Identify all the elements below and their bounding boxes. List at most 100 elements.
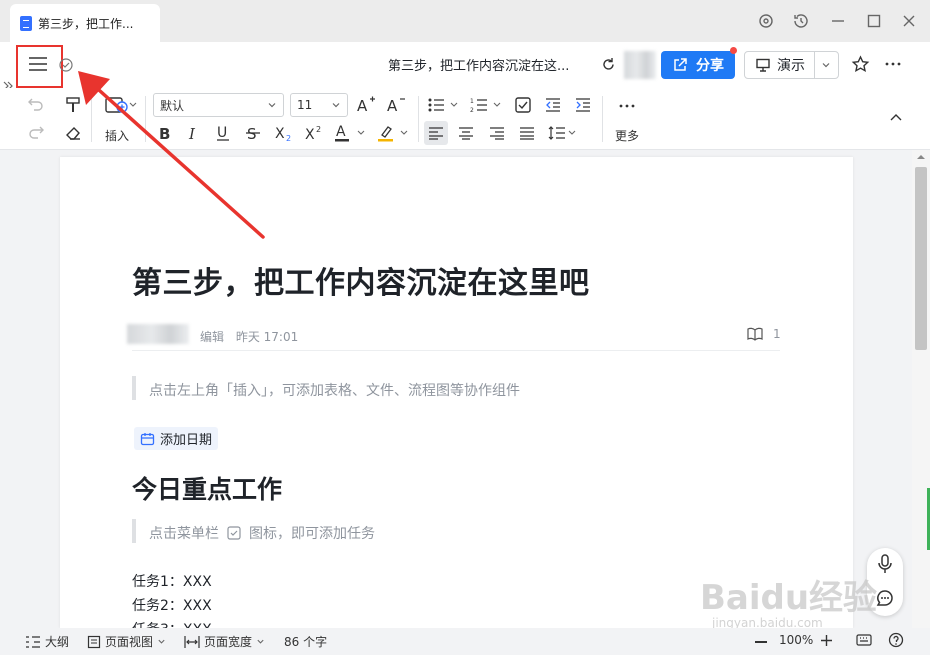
more-tools-icon[interactable] [619, 104, 635, 108]
add-date-label: 添加日期 [160, 433, 213, 448]
line-spacing-icon[interactable] [548, 124, 578, 142]
redo-icon[interactable] [27, 124, 45, 140]
font-size-select[interactable]: 11 [290, 93, 348, 117]
undo-icon[interactable] [27, 96, 45, 112]
section-heading[interactable]: 今日重点工作 [132, 470, 282, 506]
font-color-icon[interactable]: A [334, 123, 368, 143]
close-icon[interactable] [900, 12, 918, 30]
page-width-icon [184, 635, 200, 648]
align-center-icon[interactable] [458, 126, 474, 140]
justify-icon[interactable] [519, 126, 535, 140]
meta-divider [132, 350, 780, 351]
zoom-in-icon[interactable] [820, 634, 833, 647]
outline-icon [26, 635, 40, 648]
insert-tip[interactable]: 点击左上角「插入」，可添加表格、文件、流程图等协作组件 [149, 380, 520, 400]
font-size-value: 11 [297, 98, 313, 112]
word-count: 86 个字 [284, 635, 328, 649]
numbered-list-icon[interactable]: 12 [470, 96, 506, 114]
keyboard-icon[interactable] [856, 633, 872, 647]
task-tip[interactable]: 点击菜单栏 图标，即可添加任务 [149, 523, 375, 543]
document-tab[interactable]: 第三步，把工作... [10, 4, 160, 42]
page-view-select[interactable]: 页面视图 [87, 633, 166, 650]
minimize-icon[interactable] [829, 12, 847, 30]
align-left-icon[interactable] [424, 121, 448, 145]
superscript-icon[interactable]: X2 [304, 124, 324, 142]
svg-text:X: X [305, 127, 315, 142]
watermark-logo-text: Baidu经验 [700, 578, 878, 618]
task-item[interactable]: 任务2：XXX [132, 595, 212, 615]
header-doc-title: 第三步，把工作内容沉淀在这... [388, 59, 570, 74]
share-icon [674, 58, 687, 71]
reader-count-value: 1 [773, 327, 781, 341]
task-checkbox-icon [227, 526, 241, 540]
microphone-icon[interactable] [876, 553, 894, 575]
indent-icon[interactable] [574, 96, 592, 114]
more-options-icon[interactable] [885, 62, 901, 66]
increase-font-icon[interactable]: A [356, 94, 376, 114]
zoom-level[interactable]: 100% [779, 633, 813, 647]
task-item: 任务3：XXX [132, 619, 212, 628]
page-view-icon [87, 635, 101, 648]
history-icon[interactable] [792, 12, 810, 30]
svg-text:1: 1 [470, 98, 474, 105]
task-tip-after: 图标，即可添加任务 [249, 526, 375, 542]
scrollbar-thumb[interactable] [915, 167, 927, 350]
meta-action: 编辑 [200, 330, 225, 344]
svg-text:2: 2 [316, 125, 321, 134]
outline-label: 大纲 [45, 635, 70, 649]
share-button[interactable]: 分享 [661, 51, 735, 79]
chevron-down-icon[interactable] [815, 60, 838, 70]
chevron-down-icon [332, 103, 340, 108]
comment-icon[interactable] [876, 589, 894, 607]
document-title[interactable]: 第三步，把工作内容沉淀在这里吧 [132, 258, 590, 302]
meta-time: 昨天 17:01 [235, 330, 299, 344]
maximize-icon[interactable] [865, 12, 883, 30]
avatar[interactable] [624, 51, 656, 79]
help-icon[interactable] [888, 632, 904, 648]
scroll-up-icon[interactable] [916, 153, 926, 161]
baidu-watermark: Baidu经验 [700, 570, 877, 619]
svg-text:A: A [357, 97, 368, 114]
add-date-chip[interactable]: 添加日期 [134, 427, 219, 450]
more-tools-label[interactable]: 更多 [615, 127, 639, 144]
align-right-icon[interactable] [489, 126, 505, 140]
task-item-clipped[interactable]: 任务3：XXX [132, 619, 232, 628]
notification-dot [730, 47, 737, 54]
annotation-arrow [60, 60, 280, 250]
svg-text:A: A [336, 124, 346, 140]
outline-button[interactable]: 大纲 [25, 633, 69, 650]
tab-title: 第三步，把工作... [38, 16, 134, 31]
decrease-font-icon[interactable]: A [386, 94, 406, 114]
chevron-down-icon [158, 639, 165, 644]
quote-bar [132, 519, 136, 543]
collapse-toolbar-icon[interactable] [889, 112, 903, 122]
bullet-list-icon[interactable] [427, 96, 463, 114]
svg-text:2: 2 [470, 107, 474, 114]
present-icon [756, 58, 770, 72]
quote-bar [132, 376, 136, 400]
edit-meta: 编辑 昨天 17:01 [200, 328, 298, 345]
page-width-select[interactable]: 页面宽度 [184, 633, 265, 650]
menu-highlight-box [16, 45, 63, 88]
chevron-down-icon [257, 639, 264, 644]
book-icon [747, 327, 763, 341]
present-label: 演示 [777, 58, 805, 74]
outdent-icon[interactable] [544, 96, 562, 114]
highlight-icon[interactable] [377, 123, 411, 143]
page-view-label: 页面视图 [105, 635, 154, 649]
svg-text:2: 2 [286, 134, 291, 142]
present-button[interactable]: 演示 [744, 51, 839, 79]
task-item[interactable]: 任务1：XXX [132, 571, 212, 591]
share-label: 分享 [696, 58, 724, 74]
svg-text:A: A [387, 97, 398, 114]
refresh-icon[interactable] [757, 12, 775, 30]
reader-count[interactable]: 1 [747, 327, 781, 341]
sync-icon[interactable] [600, 56, 617, 73]
task-checkbox-icon[interactable] [514, 96, 532, 114]
zoom-out-icon[interactable] [755, 641, 767, 643]
page-width-label: 页面宽度 [204, 635, 253, 649]
star-icon[interactable] [851, 55, 870, 74]
task-tip-before: 点击菜单栏 [149, 526, 219, 542]
document-icon [20, 15, 32, 31]
calendar-icon [140, 432, 155, 445]
